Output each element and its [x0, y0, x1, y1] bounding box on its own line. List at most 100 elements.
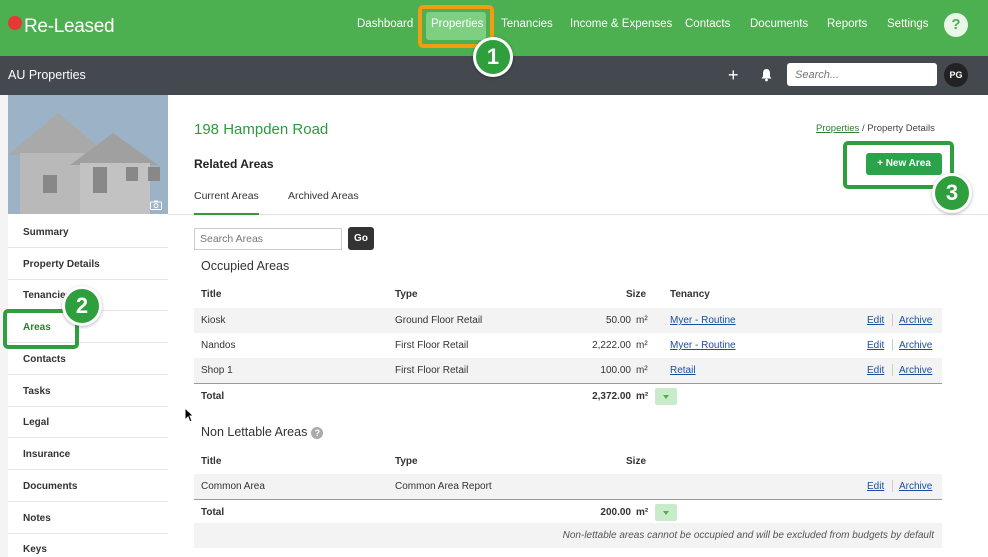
- sidebar-item-label: Documents: [23, 481, 78, 492]
- search-areas-input[interactable]: [194, 228, 342, 250]
- action-separator: [892, 480, 893, 492]
- table-row: Shop 1 First Floor Retail 100.00 m² Reta…: [194, 358, 942, 383]
- step-badge-3: 3: [932, 173, 972, 213]
- sidebar-item-keys[interactable]: Keys: [8, 534, 168, 557]
- tenancy-link[interactable]: Myer - Routine: [670, 315, 736, 326]
- col-type: Type: [395, 289, 418, 300]
- breadcrumb: Properties / Property Details: [816, 123, 935, 134]
- total-row: Total 2,372.00 m²: [194, 383, 942, 408]
- edit-link[interactable]: Edit: [867, 315, 884, 326]
- action-separator: [892, 364, 893, 376]
- sidebar-item-documents[interactable]: Documents: [8, 471, 168, 502]
- go-button[interactable]: Go: [348, 227, 374, 250]
- archive-link[interactable]: Archive: [899, 481, 932, 492]
- sidebar-item-notes[interactable]: Notes: [8, 503, 168, 534]
- table-header: Title Type Size Tenancy: [194, 286, 942, 306]
- col-title: Title: [201, 289, 222, 300]
- step-badge-1: 1: [473, 37, 513, 77]
- area-type: First Floor Retail: [395, 340, 469, 351]
- add-icon[interactable]: +: [728, 65, 739, 86]
- edit-link[interactable]: Edit: [867, 481, 884, 492]
- area-type: Common Area Report: [395, 481, 492, 492]
- breadcrumb-current: Property Details: [867, 123, 935, 134]
- nav-contacts[interactable]: Contacts: [685, 18, 730, 30]
- edit-link[interactable]: Edit: [867, 365, 884, 376]
- area-size: 2,222.00: [592, 340, 631, 351]
- logo-text: Re-Leased: [24, 16, 115, 37]
- sidebar-item-tasks[interactable]: Tasks: [8, 376, 168, 407]
- archive-link[interactable]: Archive: [899, 315, 932, 326]
- tenancy-link[interactable]: Retail: [670, 365, 696, 376]
- unit-dropdown-icon[interactable]: [655, 504, 677, 521]
- total-size: 200.00: [600, 507, 631, 518]
- area-type: First Floor Retail: [395, 365, 469, 376]
- sidebar-item-label: Notes: [23, 513, 51, 524]
- area-title: Nandos: [201, 340, 236, 351]
- col-size: Size: [626, 456, 647, 467]
- page-title: 198 Hampden Road: [194, 121, 329, 138]
- sidebar-item-summary[interactable]: Summary: [8, 217, 168, 248]
- total-unit: m²: [636, 507, 649, 518]
- step-badge-2: 2: [62, 286, 102, 326]
- table-row: Nandos First Floor Retail 2,222.00 m² My…: [194, 333, 942, 358]
- help-icon[interactable]: ?: [944, 13, 968, 37]
- table-row: Common Area Common Area Report Edit Arch…: [194, 474, 942, 499]
- footnote-bar: Non-lettable areas cannot be occupied an…: [194, 523, 942, 548]
- archive-link[interactable]: Archive: [899, 340, 932, 351]
- tenancy-link[interactable]: Myer - Routine: [670, 340, 736, 351]
- camera-icon[interactable]: [150, 200, 162, 210]
- help-icon[interactable]: ?: [311, 426, 324, 439]
- area-unit: m²: [636, 315, 648, 326]
- nav-income-expenses[interactable]: Income & Expenses: [570, 18, 672, 30]
- sidebar-item-legal[interactable]: Legal: [8, 407, 168, 438]
- nav-dashboard[interactable]: Dashboard: [357, 18, 413, 30]
- occupied-areas-heading: Occupied Areas: [201, 259, 290, 273]
- area-title: Common Area: [201, 481, 265, 492]
- tab-archived-areas[interactable]: Archived Areas: [288, 190, 359, 202]
- house-illustration: [8, 113, 160, 214]
- nav-documents[interactable]: Documents: [750, 18, 808, 30]
- breadcrumb-properties-link[interactable]: Properties: [816, 123, 859, 134]
- nav-tenancies[interactable]: Tenancies: [501, 18, 553, 30]
- action-separator: [892, 339, 893, 351]
- col-size: Size: [626, 289, 647, 300]
- global-search-input[interactable]: [787, 63, 937, 86]
- sidebar-item-label: Property Details: [23, 259, 100, 270]
- logo[interactable]: Re-Leased: [8, 14, 115, 40]
- sidebar-item-label: Keys: [23, 544, 47, 555]
- bell-icon[interactable]: [760, 68, 773, 82]
- account-title: AU Properties: [8, 68, 86, 82]
- sidebar-item-label: Summary: [23, 227, 69, 238]
- nav-reports[interactable]: Reports: [827, 18, 867, 30]
- section-title: Related Areas: [194, 157, 274, 171]
- table-row: Kiosk Ground Floor Retail 50.00 m² Myer …: [194, 308, 942, 333]
- total-label: Total: [201, 391, 225, 402]
- non-lettable-heading-text: Non Lettable Areas: [201, 425, 308, 439]
- edit-link[interactable]: Edit: [867, 340, 884, 351]
- total-unit: m²: [636, 391, 649, 402]
- tab-current-areas[interactable]: Current Areas: [194, 190, 259, 202]
- total-row: Total 200.00 m²: [194, 499, 942, 524]
- archive-link[interactable]: Archive: [899, 365, 932, 376]
- mouse-cursor-icon: [184, 407, 194, 423]
- table-header: Title Type Size: [194, 453, 942, 473]
- active-tab-indicator: [194, 213, 259, 215]
- area-unit: m²: [636, 340, 648, 351]
- nav-settings[interactable]: Settings: [887, 18, 929, 30]
- area-size: 50.00: [605, 315, 631, 326]
- sidebar-item-property-details[interactable]: Property Details: [8, 249, 168, 280]
- sidebar-item-insurance[interactable]: Insurance: [8, 439, 168, 470]
- sidebar-item-label: Legal: [23, 417, 50, 428]
- non-lettable-heading: Non Lettable Areas?: [201, 425, 324, 439]
- property-photo: [8, 95, 168, 214]
- total-size: 2,372.00: [592, 391, 631, 402]
- area-title: Kiosk: [201, 315, 226, 326]
- area-type: Ground Floor Retail: [395, 315, 483, 326]
- unit-dropdown-icon[interactable]: [655, 388, 677, 405]
- non-lettable-note: Non-lettable areas cannot be occupied an…: [562, 530, 934, 541]
- breadcrumb-separator: /: [861, 123, 865, 134]
- col-title: Title: [201, 456, 222, 467]
- col-type: Type: [395, 456, 418, 467]
- sidebar-item-label: Tasks: [23, 386, 51, 397]
- avatar[interactable]: PG: [944, 63, 968, 87]
